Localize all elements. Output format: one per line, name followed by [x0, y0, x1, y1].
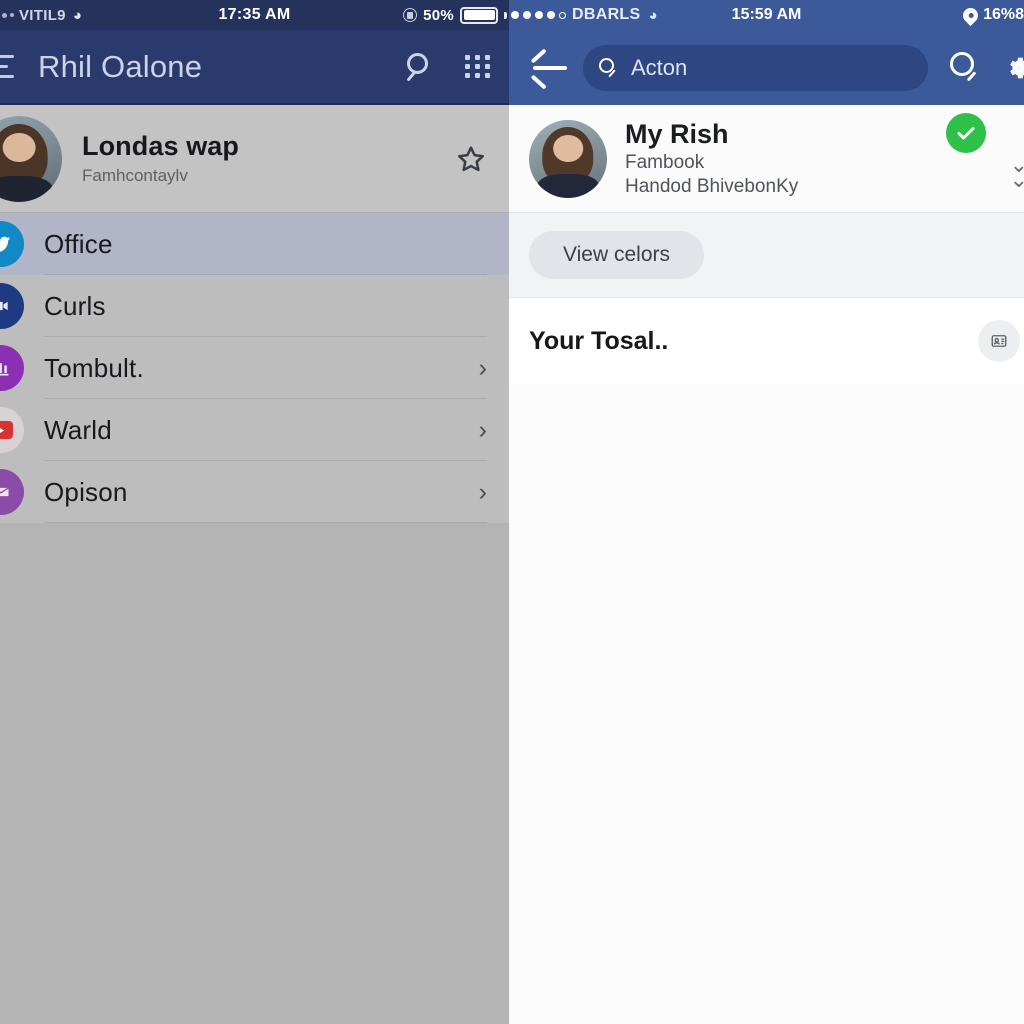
star-outline-icon[interactable]	[455, 143, 487, 175]
left-profile-name: Londas wap	[82, 131, 240, 161]
right-status-bar: DBARLS ◕ 15:59 AM 16%8	[509, 0, 1024, 30]
bird-icon	[0, 221, 24, 267]
search-input[interactable]: Acton	[583, 44, 928, 91]
right-profile-text: My Rish Fambook Handod BhivebonKy	[625, 119, 798, 198]
left-app-bar: Rhil Oalone	[0, 30, 509, 105]
search-icon[interactable]	[406, 52, 435, 82]
battery-nub	[504, 11, 507, 19]
right-profile-line1: Fambook	[625, 152, 705, 173]
avatar	[0, 115, 62, 202]
right-status-right-group: 16%8	[959, 4, 1024, 26]
list-item[interactable]: Tombult. ›	[0, 337, 509, 399]
avatar	[529, 119, 607, 198]
right-phone-panel: DBARLS ◕ 15:59 AM 16%8 Acton My Rish Fam…	[509, 0, 1024, 1024]
gear-icon[interactable]	[1004, 53, 1024, 83]
list-item-label: Warld	[44, 414, 112, 445]
left-status-bar: VITIL9 ◕ 17:35 AM 50%	[0, 0, 509, 30]
lock-icon	[403, 8, 418, 22]
left-profile-subtitle: Famhcontaylv	[82, 166, 188, 185]
left-status-right-group: 50%	[403, 6, 507, 24]
chevron-stack-icon[interactable]: ⌄ ⌄	[1010, 154, 1024, 191]
right-battery-percent: 16%8	[983, 6, 1024, 23]
battery-icon	[460, 6, 498, 24]
left-profile-row[interactable]: Londas wap Famhcontaylv	[0, 105, 509, 213]
left-menu-list: Office Curls Tombult. › Warld › Opison ›	[0, 213, 509, 523]
right-profile-row[interactable]: My Rish Fambook Handod BhivebonKy ⌄ ⌄	[509, 105, 1024, 213]
chevron-right-icon: ›	[478, 415, 487, 444]
check-badge-icon	[946, 113, 986, 153]
right-section-header: Your Tosal..	[509, 298, 1024, 384]
list-divider	[44, 522, 487, 523]
search-input-value: Acton	[631, 54, 688, 80]
envelope-icon	[0, 469, 24, 515]
left-app-bar-actions	[406, 52, 491, 82]
right-action-row: View celors	[509, 213, 1024, 298]
search-icon[interactable]	[950, 51, 982, 84]
list-item-label: Tombult.	[44, 352, 144, 383]
left-battery-percent: 50%	[423, 6, 454, 24]
chart-icon	[0, 345, 24, 391]
grid-apps-icon[interactable]	[465, 55, 491, 78]
right-app-bar-actions	[950, 51, 1024, 84]
list-item[interactable]: Office	[0, 213, 509, 275]
search-icon	[599, 57, 619, 78]
contact-card-icon[interactable]	[978, 320, 1020, 362]
left-phone-panel: VITIL9 ◕ 17:35 AM 50% Rhil Oalone Londas…	[0, 0, 509, 1024]
left-app-title: Rhil Oalone	[38, 48, 203, 84]
chevron-right-icon: ›	[478, 353, 487, 382]
list-item-label: Opison	[44, 476, 128, 507]
list-item-label: Office	[44, 228, 113, 259]
back-arrow-icon[interactable]	[530, 47, 569, 90]
list-item[interactable]: Warld ›	[0, 399, 509, 461]
play-icon	[0, 407, 24, 453]
location-pin-icon	[959, 4, 982, 26]
left-profile-text: Londas wap Famhcontaylv	[82, 131, 239, 186]
list-item[interactable]: Curls	[0, 275, 509, 337]
right-status-time: 15:59 AM	[731, 6, 802, 23]
video-icon	[0, 283, 24, 329]
right-profile-line2: Handod BhivebonKy	[625, 176, 799, 197]
section-title: Your Tosal..	[529, 326, 669, 355]
dual-phone-screenshot: VITIL9 ◕ 17:35 AM 50% Rhil Oalone Londas…	[0, 0, 1024, 1024]
chevron-right-icon: ›	[478, 477, 487, 506]
hamburger-menu-icon[interactable]	[0, 55, 18, 78]
list-item-label: Curls	[44, 290, 106, 321]
right-app-bar: Acton	[509, 30, 1024, 105]
list-item[interactable]: Opison ›	[0, 461, 509, 523]
right-profile-name: My Rish	[625, 119, 729, 149]
view-colors-button[interactable]: View celors	[529, 231, 704, 279]
